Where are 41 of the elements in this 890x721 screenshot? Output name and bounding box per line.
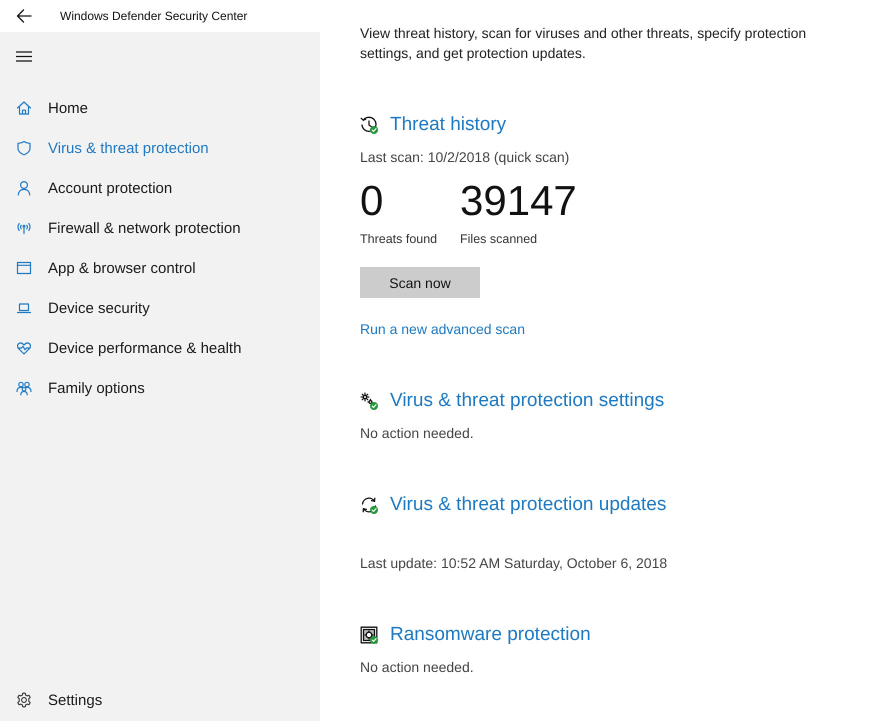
safe-icon xyxy=(360,626,378,644)
house-icon xyxy=(16,100,32,116)
nav-item[interactable]: App & browser control xyxy=(0,248,320,288)
status-text: No action needed. xyxy=(360,424,474,443)
last-update-text: Last update: 10:52 AM Saturday, October 6, 2018 xyxy=(360,554,668,573)
stat-number: 0 xyxy=(360,177,384,225)
settings-item[interactable]: Settings xyxy=(0,680,320,720)
advanced-scan-link[interactable]: Run a new advanced scan xyxy=(360,319,525,339)
clock-history-icon xyxy=(360,116,378,134)
nav-item[interactable]: Account protection xyxy=(0,168,320,208)
menu-button[interactable] xyxy=(16,51,32,62)
nav-item[interactable]: Device security xyxy=(0,288,320,328)
section-heading-link[interactable]: Threat history xyxy=(360,111,506,139)
nav-item[interactable]: Family options xyxy=(0,368,320,408)
browser-window-icon xyxy=(16,260,32,276)
section-heading-link[interactable]: Ransomware protection xyxy=(360,621,591,649)
last-scan-text: Last scan: 10/2/2018 (quick scan) xyxy=(360,148,570,167)
refresh-icon xyxy=(360,496,378,514)
shield-icon xyxy=(16,140,32,156)
stat-label: Files scanned xyxy=(460,231,538,248)
back-button[interactable] xyxy=(16,9,32,23)
description-text: View threat history, scan for viruses and other threats, specify protection settings, and get protection updates. xyxy=(360,24,808,63)
heart-pulse-icon xyxy=(16,340,32,356)
menu-icon xyxy=(16,51,32,62)
stat-label: Threats found xyxy=(360,231,438,248)
settings-icon xyxy=(16,692,32,708)
family-icon xyxy=(16,380,32,396)
section-heading-link[interactable]: Virus & threat protection updates xyxy=(360,491,666,519)
person-icon xyxy=(16,180,32,196)
nav-item[interactable]: Device performance & health xyxy=(0,328,320,368)
window-title: Windows Defender Security Center xyxy=(60,9,248,23)
nav-item[interactable]: Firewall & network protection xyxy=(0,208,320,248)
status-text: No action needed. xyxy=(360,658,474,677)
back-arrow-icon xyxy=(16,9,32,23)
section-heading-link[interactable]: Virus & threat protection settings xyxy=(360,387,664,415)
antenna-icon xyxy=(16,220,32,236)
scan-now-button[interactable]: Scan now xyxy=(360,267,480,298)
nav-item[interactable]: Home xyxy=(0,88,320,128)
nav-item[interactable]: Virus & threat protection xyxy=(0,128,320,168)
gears-icon xyxy=(360,392,378,410)
stat-number: 39147 xyxy=(460,177,577,225)
